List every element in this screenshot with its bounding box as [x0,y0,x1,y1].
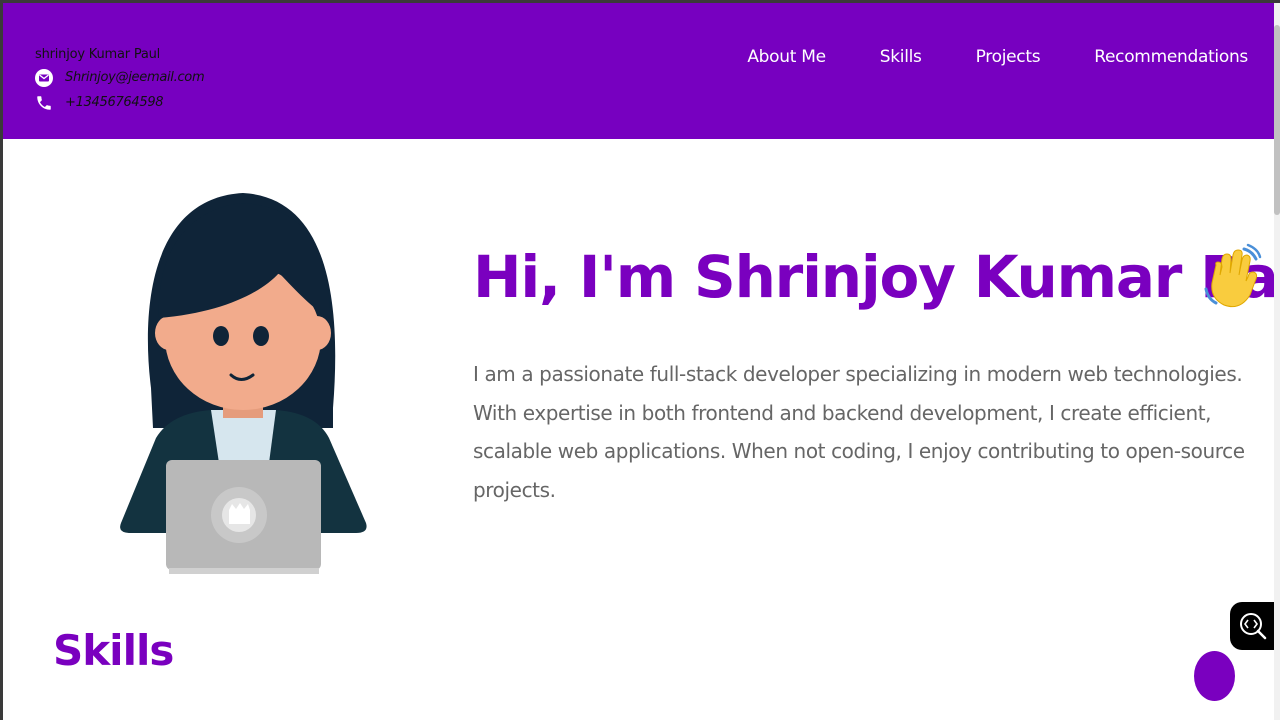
scrollbar-thumb[interactable] [1274,25,1280,215]
developer-avatar-illustration [120,193,367,574]
nav-about-me[interactable]: About Me [747,47,826,67]
phone-row: +13456764598 [35,93,204,112]
waving-hand-icon [1204,243,1262,308]
hero-title: Hi, I'm Shrinjoy Kumar Paul! [473,243,1274,311]
phone-number[interactable]: +13456764598 [65,95,164,110]
hero-description: I am a passionate full-stack developer s… [473,362,1245,502]
site-header: shrinjoy Kumar Paul Shrinjoy@jeemail.com [3,3,1274,139]
main-nav: About Me Skills Projects Recommendations [747,47,1248,67]
code-search-icon [1240,613,1267,640]
email-row: Shrinjoy@jeemail.com [35,68,205,87]
nav-projects[interactable]: Projects [976,47,1041,67]
code-inspect-widget-button[interactable] [1230,602,1274,650]
email-icon [35,68,55,87]
floating-action-button[interactable] [1194,651,1235,701]
nav-recommendations[interactable]: Recommendations [1094,47,1248,67]
contact-info: shrinjoy Kumar Paul Shrinjoy@jeemail.com [35,47,205,112]
nav-skills[interactable]: Skills [880,47,922,67]
phone-icon [35,93,55,112]
skills-section-title: Skills [53,626,174,675]
page-viewport: shrinjoy Kumar Paul Shrinjoy@jeemail.com [3,3,1274,720]
vertical-scrollbar[interactable] [1274,3,1280,720]
owner-name: shrinjoy Kumar Paul [35,47,161,62]
email-link[interactable]: Shrinjoy@jeemail.com [65,70,205,85]
